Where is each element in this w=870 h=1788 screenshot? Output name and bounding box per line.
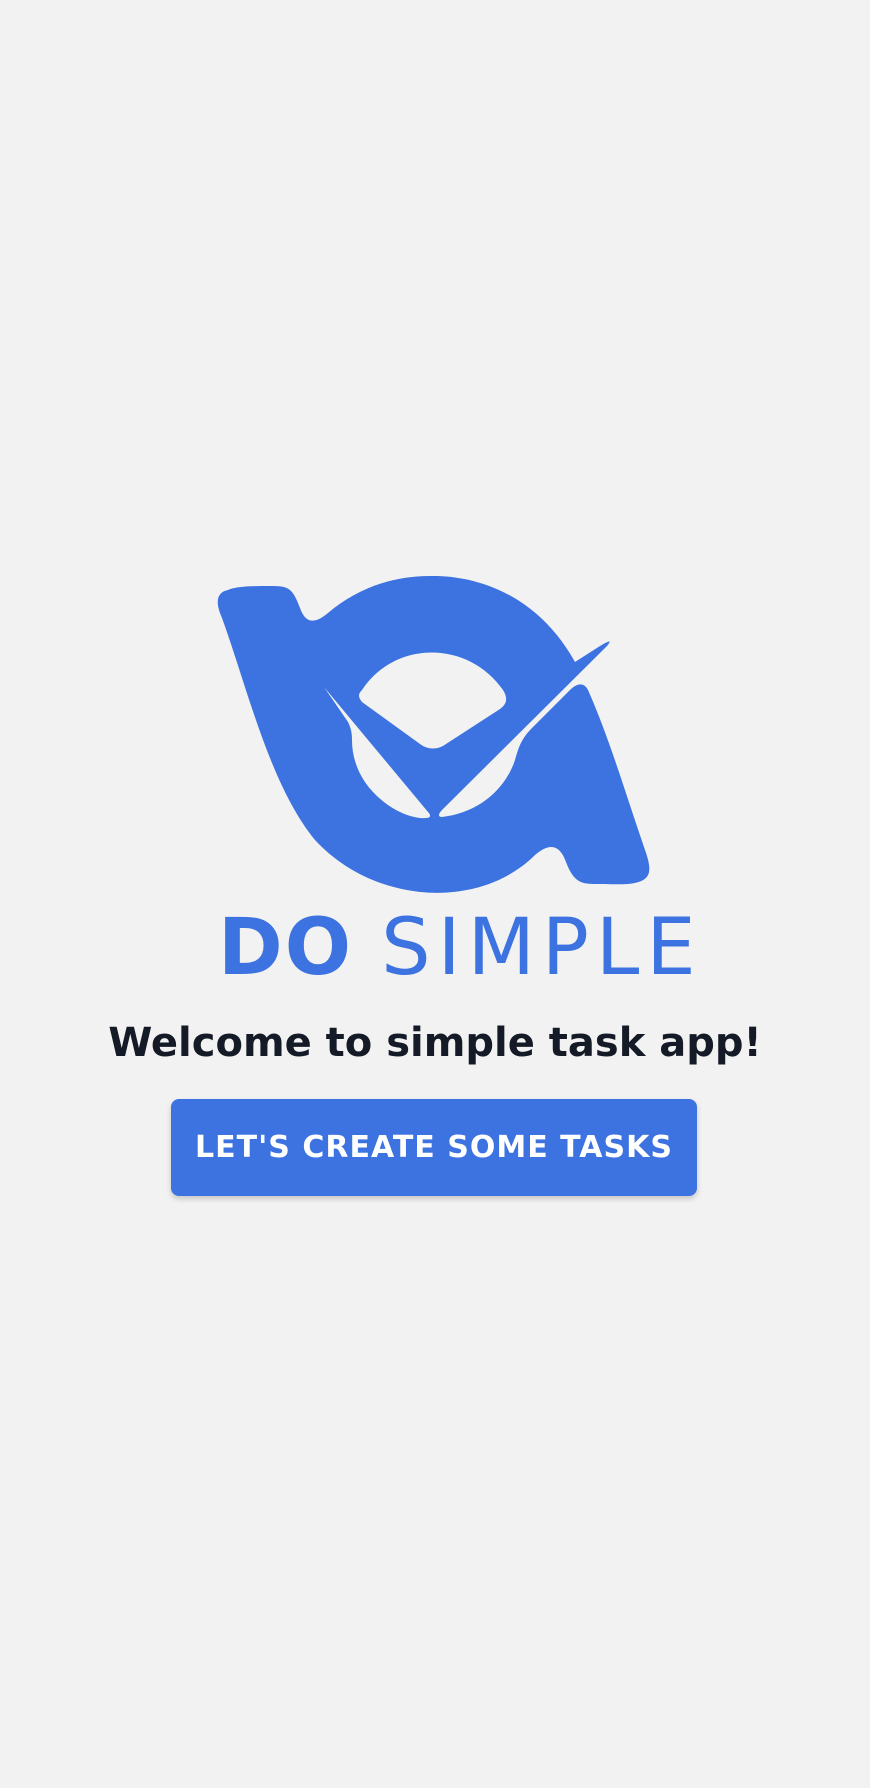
welcome-heading: Welcome to simple task app!	[108, 1020, 762, 1066]
brand-word-do: DO	[218, 903, 354, 993]
app-brand: DO SIMPLE	[218, 903, 696, 993]
brand-word-simple: SIMPLE	[381, 903, 703, 993]
do-simple-logo-icon	[217, 575, 650, 893]
create-tasks-button[interactable]: LET'S CREATE SOME TASKS	[171, 1099, 697, 1196]
